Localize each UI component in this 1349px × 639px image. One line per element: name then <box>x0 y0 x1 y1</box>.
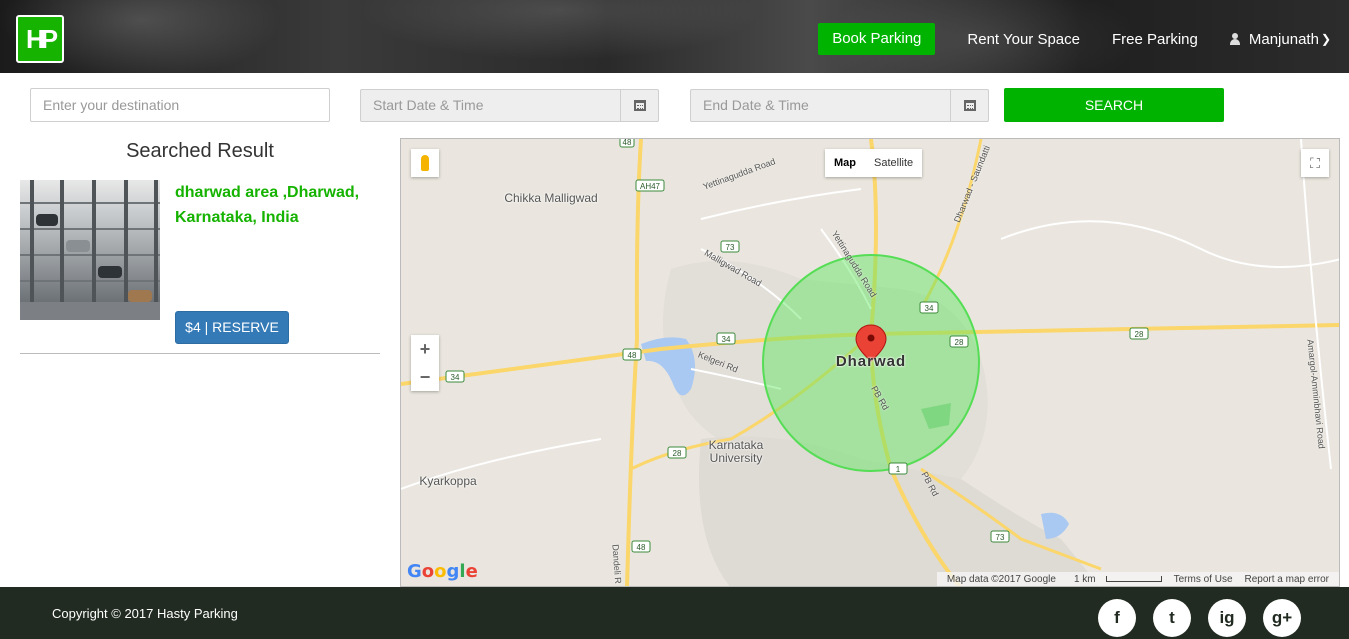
shield-label: 73 <box>996 533 1005 542</box>
logo-text: HP <box>25 23 58 54</box>
report-map-error-link[interactable]: Report a map error <box>1245 574 1329 585</box>
place-karnataka-university: Karnataka University <box>708 438 764 465</box>
terms-of-use-link[interactable]: Terms of Use <box>1174 574 1233 585</box>
highway-48 <box>625 139 643 586</box>
pegman-icon <box>421 155 429 171</box>
zoom-control: + − <box>411 335 439 391</box>
street-view-pegman[interactable] <box>411 149 439 177</box>
top-header: HP Book Parking Rent Your Space Free Par… <box>0 0 1349 73</box>
google-logo[interactable]: Google <box>407 561 478 582</box>
rack-post <box>60 180 64 320</box>
copyright-text: Copyright © 2017 Hasty Parking <box>52 606 238 621</box>
book-parking-button[interactable]: Book Parking <box>818 23 936 55</box>
rack-level <box>20 280 160 282</box>
shield-label: 48 <box>628 351 637 360</box>
destination-input[interactable]: Enter your destination <box>30 88 330 122</box>
calendar-icon <box>633 100 646 111</box>
map-attribution: Map data ©2017 Google 1 km Terms of Use … <box>936 572 1339 586</box>
map-type-toggle: Map Satellite <box>825 149 923 177</box>
map-data-text: Map data ©2017 Google <box>946 573 1056 585</box>
rent-your-space-link[interactable]: Rent Your Space <box>967 31 1080 48</box>
parked-car <box>98 266 122 278</box>
result-address[interactable]: dharwad area ,Dharwad, Karnataka, India <box>175 180 380 230</box>
chevron-down-icon: ❯ <box>1320 32 1331 46</box>
start-date-input[interactable]: Start Date & Time <box>361 90 620 121</box>
yettinagudda-road <box>700 188 862 220</box>
rack-post <box>30 180 34 320</box>
zoom-in-button[interactable]: + <box>411 335 439 363</box>
free-parking-link[interactable]: Free Parking <box>1112 31 1198 48</box>
shield-label: 48 <box>637 543 646 552</box>
rack-level <box>20 254 160 256</box>
rack-post <box>92 180 96 320</box>
reserve-button[interactable]: $4 | RESERVE <box>175 311 289 344</box>
start-date-calendar-button[interactable] <box>620 90 658 121</box>
social-links: f t ig g+ <box>1081 599 1301 637</box>
map-type-satellite-button[interactable]: Satellite <box>865 149 922 177</box>
place-dharwad[interactable]: Dharwad <box>821 354 921 369</box>
thumbnail-ground <box>20 302 160 320</box>
parked-car <box>128 290 152 302</box>
main-nav: Book Parking Rent Your Space Free Parkin… <box>818 23 1349 55</box>
end-date-calendar-button[interactable] <box>950 90 988 121</box>
scale-bar <box>1105 575 1162 582</box>
shield-label: AH47 <box>640 182 661 191</box>
end-date-input[interactable]: End Date & Time <box>691 90 950 121</box>
rack-level <box>20 202 160 204</box>
shield-label: 73 <box>726 243 735 252</box>
calendar-icon <box>963 100 976 111</box>
end-date-field[interactable]: End Date & Time <box>690 89 989 122</box>
map-view[interactable]: 48 AH47 73 34 34 28 28 48 34 28 1 73 48 … <box>400 138 1340 587</box>
scale-text: 1 km <box>1068 574 1162 585</box>
zoom-out-button[interactable]: − <box>411 363 439 391</box>
shield-label: 28 <box>673 449 682 458</box>
rack-post <box>154 180 158 320</box>
start-date-field[interactable]: Start Date & Time <box>360 89 659 122</box>
marker-dot <box>867 334 875 342</box>
twitter-icon[interactable]: t <box>1153 599 1191 637</box>
parking-thumbnail[interactable] <box>20 180 160 320</box>
user-menu[interactable]: Manjunath ❯ <box>1229 30 1331 48</box>
shield-label: 28 <box>955 338 964 347</box>
footer: Copyright © 2017 Hasty Parking f t ig g+ <box>0 587 1349 639</box>
google-plus-icon[interactable]: g+ <box>1263 599 1301 637</box>
shield-label: 28 <box>1135 330 1144 339</box>
result-divider <box>20 353 380 354</box>
minor-road <box>1000 220 1339 268</box>
fullscreen-button[interactable]: ⛶ <box>1301 149 1329 177</box>
place-kyarkoppa: Kyarkoppa <box>419 474 477 488</box>
map-type-map-button[interactable]: Map <box>825 149 865 177</box>
instagram-icon[interactable]: ig <box>1208 599 1246 637</box>
search-button[interactable]: SEARCH <box>1004 88 1224 122</box>
user-name: Manjunath <box>1248 30 1319 48</box>
shield-label: 34 <box>925 304 934 313</box>
scale-label: 1 km <box>1073 573 1096 585</box>
place-chikka-malligwad: Chikka Malligwad <box>504 191 598 205</box>
shield-label: 34 <box>722 335 731 344</box>
parked-car <box>66 240 90 252</box>
shield-label: 34 <box>451 373 460 382</box>
fullscreen-icon: ⛶ <box>1310 154 1320 171</box>
user-icon <box>1229 33 1240 45</box>
facebook-icon[interactable]: f <box>1098 599 1136 637</box>
shield-label: 48 <box>623 139 632 147</box>
shield-label: 1 <box>896 465 901 474</box>
parked-car <box>36 214 58 226</box>
rack-level <box>20 228 160 230</box>
hasty-parking-logo[interactable]: HP <box>16 15 64 63</box>
results-title: Searched Result <box>126 140 274 162</box>
